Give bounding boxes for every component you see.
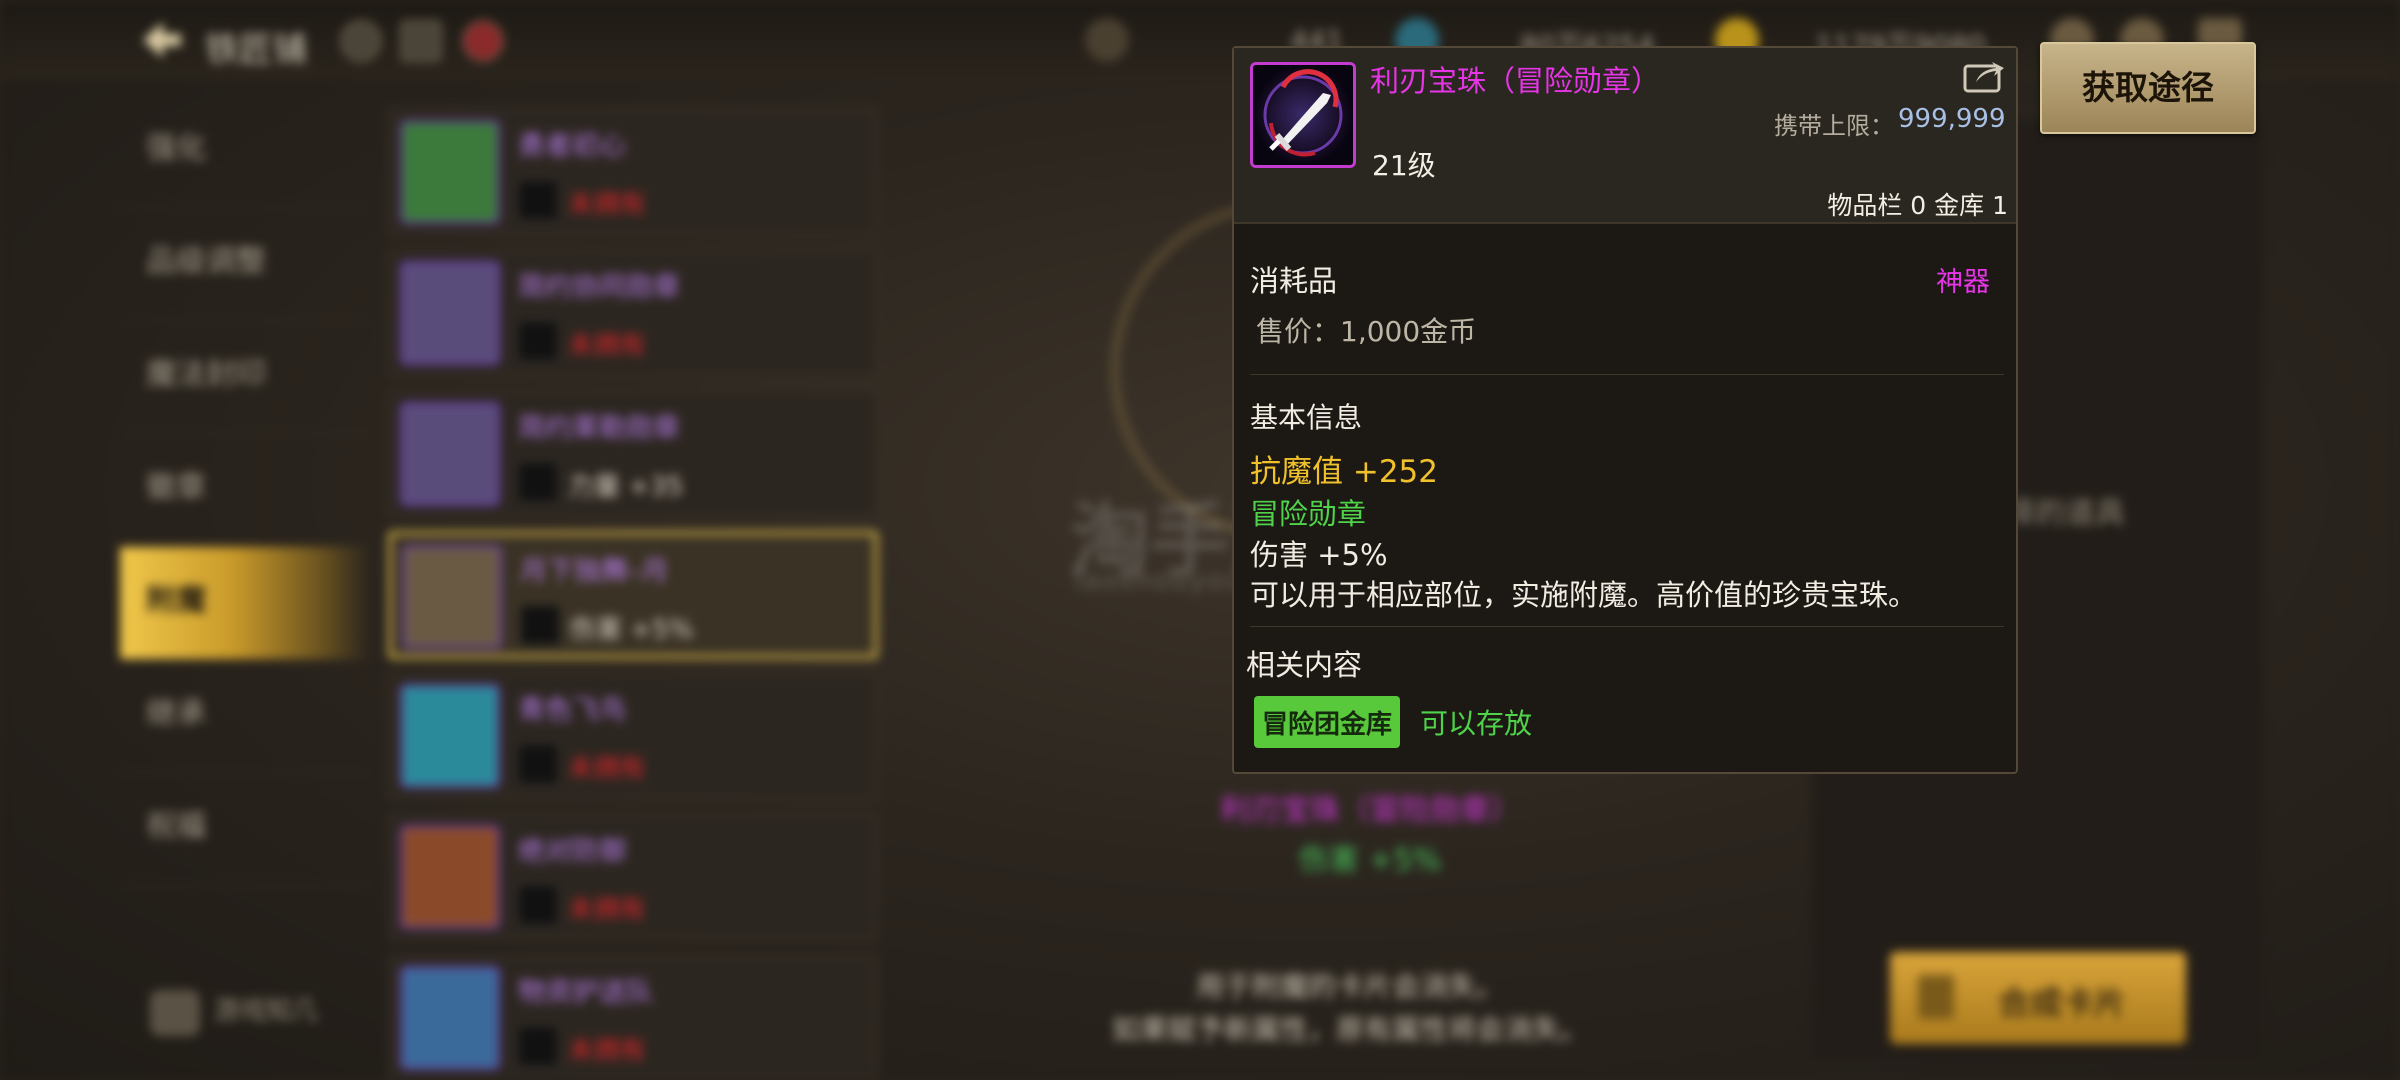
card-stat: 未拥有: [568, 331, 647, 361]
card-item[interactable]: 月下独舞–月伤害 +5%: [388, 531, 878, 659]
damage-stat: 伤害 +5%: [1250, 538, 1388, 572]
sword-orb-icon: [1250, 62, 1356, 168]
card-item[interactable]: 勇者初心未拥有: [388, 108, 878, 236]
adventure-medal-tag: 冒险勋章: [1250, 497, 1367, 531]
card-thumbnail-icon: [400, 402, 500, 506]
card-stat-icon: [518, 321, 558, 361]
card-name: 青色飞鸟: [518, 695, 626, 726]
card-thumbnail-icon: [400, 120, 500, 224]
card-stat: 力量 +35: [568, 472, 684, 502]
side-item-magic-seal[interactable]: 魔法封印: [120, 321, 370, 434]
card-stat: 未拥有: [568, 1036, 647, 1066]
card-name: 简约协同勋章: [518, 272, 680, 303]
card-item[interactable]: 简约莱勒勋章力量 +35: [388, 390, 878, 518]
item-type: 消耗品: [1250, 264, 1338, 298]
storage-count: 物品栏 0 金库 1: [1827, 191, 2008, 220]
side-item-enchant[interactable]: 附魔: [120, 547, 370, 660]
back-arrow-icon[interactable]: [135, 18, 185, 62]
carry-limit-label: 携带上限：: [1774, 112, 1894, 140]
moon-currency-icon: [1085, 18, 1129, 62]
background-layer: 铁匠铺 441 80万6254 1179万9080 强化 品级调整 魔法封印 徽…: [0, 0, 2400, 1080]
card-stat-icon: [518, 462, 558, 502]
card-stat: 伤害 +5%: [570, 615, 694, 645]
page-title: 铁匠铺: [205, 30, 307, 70]
card-name: 物资护送队: [518, 977, 653, 1008]
card-stat: 未拥有: [568, 895, 647, 925]
book-icon[interactable]: [400, 20, 442, 62]
related-content-title: 相关内容: [1246, 648, 1363, 682]
game-tips-icon[interactable]: [150, 990, 200, 1036]
item-price: 售价：1,000金币: [1256, 315, 1477, 348]
card-stat-icon: [518, 180, 558, 220]
game-tips-label[interactable]: 游戏知几: [214, 990, 318, 1027]
side-item-emblem[interactable]: 徽章: [120, 434, 370, 547]
divider: [1250, 626, 2004, 627]
card-thumbnail-icon: [400, 261, 500, 365]
selected-item-name: 利刃宝珠（冒险勋章）: [1220, 793, 1520, 828]
watermark-en: Taoshouyou: [1070, 566, 1244, 596]
card-item[interactable]: 简约协同勋章未拥有: [388, 249, 878, 377]
card-stat: 未拥有: [568, 190, 647, 220]
card-stat: 未拥有: [568, 754, 647, 784]
storable-label: 可以存放: [1420, 707, 1533, 740]
card-name: 月下独舞–月: [520, 556, 669, 587]
enchant-note-1: 用于附魔的卡片会消失。: [1195, 970, 1504, 1003]
divider: [1250, 374, 2004, 375]
card-name: 简约莱勒勋章: [518, 413, 680, 444]
item-tooltip: 利刃宝珠（冒险勋章） 携带上限： 999,999 21级 物品栏 0 金库 1 …: [1232, 46, 2018, 774]
card-thumbnail-icon: [400, 684, 500, 788]
selected-item-stat: 伤害 +5%: [1298, 843, 1442, 878]
basic-info-title: 基本信息: [1250, 401, 1363, 434]
item-description: 可以用于相应部位，实施附魔。高价值的珍贵宝珠。: [1250, 578, 1918, 612]
card-list: 勇者初心 未拥有 简约协同勋章 未拥有 简约莱勒勋章 力量 +35 月下独舞–月 伤害 +5%…: [388, 108, 878, 1080]
side-item-grade-adjust[interactable]: 品级调整: [120, 208, 370, 321]
card-item[interactable]: 绝对防御未拥有: [388, 813, 878, 941]
help-icon[interactable]: [340, 20, 382, 62]
card-stat-icon: [518, 744, 558, 784]
get-source-button[interactable]: 获取途径: [2040, 42, 2256, 134]
item-level: 21级: [1372, 149, 1436, 182]
card-item[interactable]: 物资护送队未拥有: [388, 954, 878, 1080]
card-icon: [1918, 975, 1954, 1019]
card-stat-icon: [520, 605, 560, 645]
tooltip-item-name: 利刃宝珠（冒险勋章）: [1370, 64, 1661, 98]
side-item-inherit[interactable]: 继承: [120, 660, 370, 773]
side-item-bless[interactable]: 祝福: [120, 773, 370, 886]
card-stat-icon: [518, 1026, 558, 1066]
guild-vault-badge: 冒险团金库: [1254, 696, 1401, 748]
side-item-strengthen[interactable]: 强化: [120, 95, 370, 208]
card-name: 勇者初心: [518, 131, 626, 162]
side-menu: 强化 品级调整 魔法封印 徽章 附魔 继承 祝福: [120, 95, 370, 886]
enchant-note-2: 如果赋予新属性，原有属性将会消失。: [1111, 1013, 1588, 1046]
card-thumbnail-icon: [400, 825, 500, 929]
card-thumbnail-icon: [400, 966, 500, 1070]
magic-resist-stat: 抗魔值 +252: [1250, 454, 1438, 490]
carry-limit-value: 999,999: [1898, 104, 2006, 134]
item-rarity: 神器: [1936, 267, 1990, 298]
card-item[interactable]: 青色飞鸟未拥有: [388, 672, 878, 800]
card-thumbnail-icon: [402, 545, 502, 649]
tooltip-header: 利刃宝珠（冒险勋章） 携带上限： 999,999 21级 物品栏 0 金库 1: [1234, 48, 2016, 224]
card-stat-icon: [518, 885, 558, 925]
share-icon[interactable]: [1962, 58, 2006, 94]
event-icon[interactable]: [462, 20, 504, 62]
card-name: 绝对防御: [518, 836, 626, 867]
